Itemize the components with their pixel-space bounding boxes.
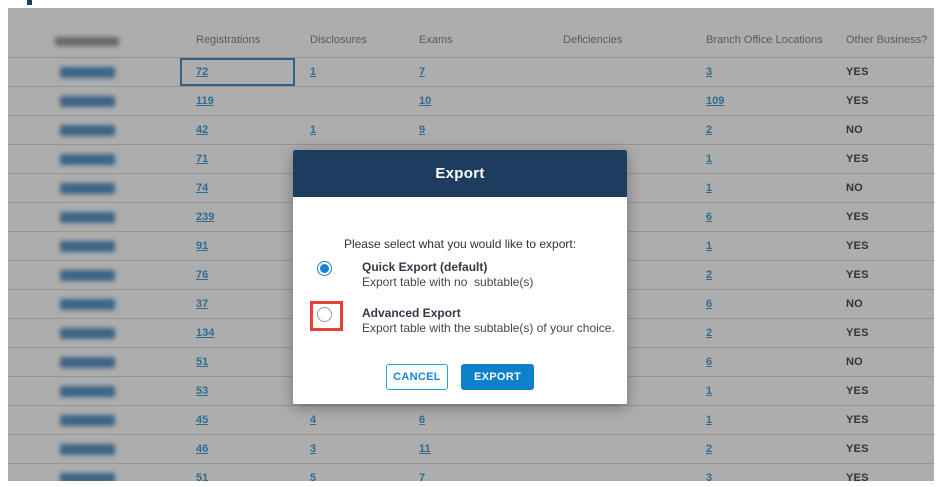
- export-dialog-header: Export: [293, 150, 627, 197]
- red-annotation-box: [310, 301, 343, 331]
- export-modal-page: { "table": { "columns": ["", "Registrati…: [0, 0, 940, 487]
- quick-export-label: Quick Export (default): [362, 260, 533, 275]
- advanced-export-text: Advanced Export Export table with the su…: [362, 306, 615, 336]
- export-prompt: Please select what you would like to exp…: [293, 237, 627, 251]
- export-dialog: Export Please select what you would like…: [293, 150, 627, 404]
- clipped-page-text: [27, 0, 32, 5]
- quick-export-radio[interactable]: [317, 261, 332, 276]
- advanced-export-option[interactable]: Advanced Export Export table with the su…: [317, 306, 615, 336]
- cancel-button[interactable]: CANCEL: [386, 364, 448, 390]
- quick-export-option[interactable]: Quick Export (default) Export table with…: [317, 260, 533, 290]
- dialog-buttons: CANCEL EXPORT: [293, 364, 627, 390]
- export-button[interactable]: EXPORT: [461, 364, 534, 390]
- advanced-export-description: Export table with the subtable(s) of you…: [362, 321, 615, 336]
- quick-export-description: Export table with no subtable(s): [362, 275, 533, 290]
- advanced-export-label: Advanced Export: [362, 306, 615, 321]
- dialog-title: Export: [435, 165, 484, 182]
- export-dialog-body: Please select what you would like to exp…: [293, 197, 627, 404]
- quick-export-text: Quick Export (default) Export table with…: [362, 260, 533, 290]
